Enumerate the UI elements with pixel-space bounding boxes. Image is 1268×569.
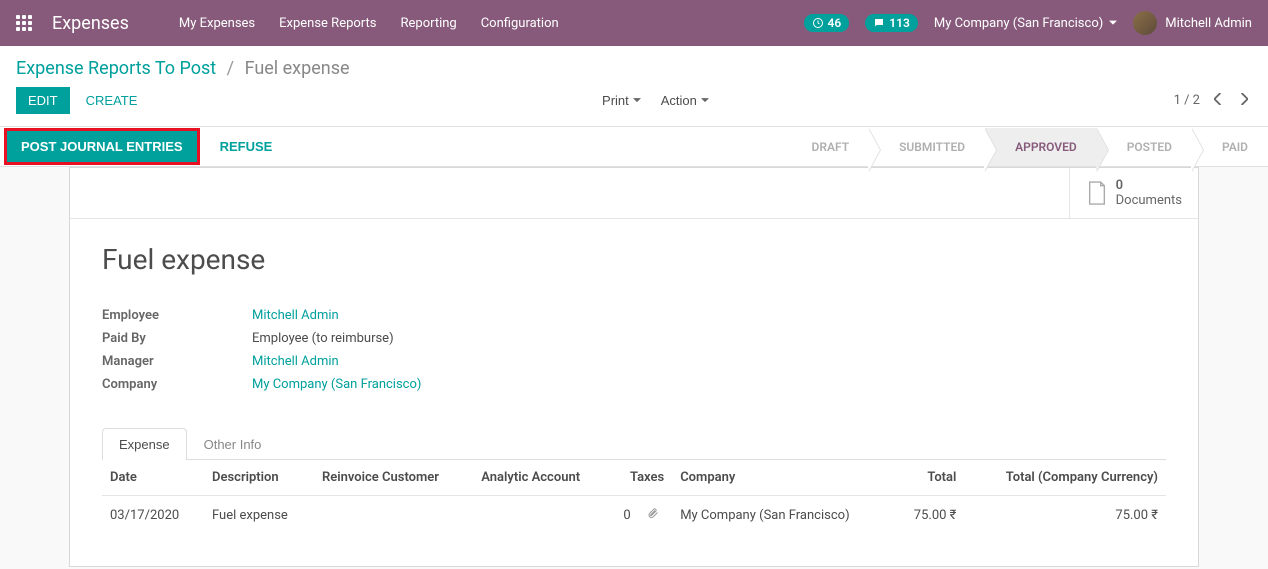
chevron-down-icon [1109, 19, 1117, 27]
document-icon [1086, 180, 1108, 206]
cell-company: My Company (San Francisco) [672, 496, 894, 535]
navbar-right: 46 113 My Company (San Francisco) Mitche… [804, 11, 1252, 35]
menu-configuration[interactable]: Configuration [481, 16, 559, 31]
breadcrumb: Expense Reports To Post / Fuel expense [16, 58, 1252, 79]
breadcrumb-parent[interactable]: Expense Reports To Post [16, 58, 216, 79]
create-button[interactable]: Create [86, 93, 138, 108]
cell-attachment-count: 0 [611, 496, 639, 535]
col-taxes[interactable]: Taxes [611, 460, 672, 496]
value-company[interactable]: My Company (San Francisco) [252, 377, 421, 392]
menu-my-expenses[interactable]: My Expenses [179, 16, 255, 31]
value-manager[interactable]: Mitchell Admin [252, 354, 339, 369]
chat-icon [873, 17, 885, 29]
col-total-cc[interactable]: Total (Company Currency) [964, 460, 1166, 496]
field-table: Employee Mitchell Admin Paid By Employee… [102, 304, 1166, 396]
status-submitted[interactable]: SUBMITTED [869, 128, 985, 166]
col-total[interactable]: Total [894, 460, 964, 496]
value-paid-by: Employee (to reimburse) [252, 331, 394, 346]
print-dropdown[interactable]: Print [602, 93, 641, 108]
status-paid[interactable]: PAID [1192, 128, 1268, 166]
cell-date: 03/17/2020 [102, 496, 204, 535]
top-navbar: Expenses My Expenses Expense Reports Rep… [0, 0, 1268, 46]
sheet-header: 0 Documents [70, 168, 1198, 219]
avatar [1133, 11, 1157, 35]
action-dropdown[interactable]: Action [661, 93, 709, 108]
main-menu: My Expenses Expense Reports Reporting Co… [179, 16, 804, 31]
col-reinvoice[interactable]: Reinvoice Customer [314, 460, 473, 496]
documents-count: 0 [1116, 178, 1182, 193]
cell-total: 75.00 ₹ [894, 496, 964, 535]
record-title: Fuel expense [102, 243, 1166, 276]
company-switcher[interactable]: My Company (San Francisco) [934, 16, 1117, 31]
breadcrumb-current: Fuel expense [245, 58, 350, 79]
pager-text: 1 / 2 [1174, 93, 1200, 108]
menu-expense-reports[interactable]: Expense Reports [279, 16, 376, 31]
menu-reporting[interactable]: Reporting [400, 16, 456, 31]
activity-badge[interactable]: 46 [804, 14, 850, 32]
tabs: Expense Other Info [102, 428, 1166, 460]
status-bar: DRAFT SUBMITTED APPROVED POSTED PAID [782, 128, 1268, 166]
form-sheet: 0 Documents Fuel expense Employee Mitche… [69, 167, 1199, 567]
cell-reinvoice [314, 496, 473, 535]
edit-button[interactable]: Edit [16, 87, 70, 114]
chevron-right-icon [1240, 93, 1248, 105]
apps-icon[interactable] [16, 15, 32, 31]
col-description[interactable]: Description [204, 460, 314, 496]
status-approved[interactable]: APPROVED [985, 128, 1097, 166]
label-manager: Manager [102, 354, 252, 369]
pager-next[interactable] [1236, 89, 1252, 113]
value-employee[interactable]: Mitchell Admin [252, 308, 339, 323]
control-panel: Expense Reports To Post / Fuel expense E… [0, 46, 1268, 127]
col-analytic[interactable]: Analytic Account [473, 460, 611, 496]
documents-label: Documents [1116, 193, 1182, 208]
documents-button[interactable]: 0 Documents [1069, 168, 1198, 218]
status-draft[interactable]: DRAFT [782, 128, 870, 166]
col-company[interactable]: Company [672, 460, 894, 496]
user-name: Mitchell Admin [1165, 16, 1252, 31]
messages-badge[interactable]: 113 [865, 14, 918, 32]
chevron-left-icon [1214, 93, 1222, 105]
paperclip-icon [647, 506, 659, 520]
label-company: Company [102, 377, 252, 392]
label-paid-by: Paid By [102, 331, 252, 346]
col-date[interactable]: Date [102, 460, 204, 496]
cell-total-cc: 75.00 ₹ [964, 496, 1166, 535]
tab-expense[interactable]: Expense [102, 428, 187, 460]
label-employee: Employee [102, 308, 252, 323]
refuse-button[interactable]: Refuse [204, 127, 289, 166]
clock-icon [812, 17, 824, 29]
post-journal-entries-button[interactable]: Post Journal Entries [4, 128, 200, 165]
cell-description: Fuel expense [204, 496, 314, 535]
form-container: 0 Documents Fuel expense Employee Mitche… [0, 167, 1268, 567]
cell-analytic [473, 496, 611, 535]
attachment-icon[interactable] [639, 496, 673, 535]
tab-other-info[interactable]: Other Info [187, 428, 279, 460]
app-title: Expenses [52, 13, 129, 34]
pager-prev[interactable] [1210, 89, 1226, 113]
activity-count: 46 [828, 16, 842, 30]
chevron-down-icon [633, 98, 641, 103]
chevron-down-icon [701, 98, 709, 103]
pager: 1 / 2 [1174, 89, 1252, 113]
action-bar: Post Journal Entries Refuse DRAFT SUBMIT… [0, 127, 1268, 167]
status-posted[interactable]: POSTED [1097, 128, 1192, 166]
user-menu[interactable]: Mitchell Admin [1133, 11, 1252, 35]
messages-count: 113 [889, 16, 910, 30]
expense-table: Date Description Reinvoice Customer Anal… [102, 460, 1166, 534]
table-row[interactable]: 03/17/2020 Fuel expense 0 My Company (Sa… [102, 496, 1166, 535]
